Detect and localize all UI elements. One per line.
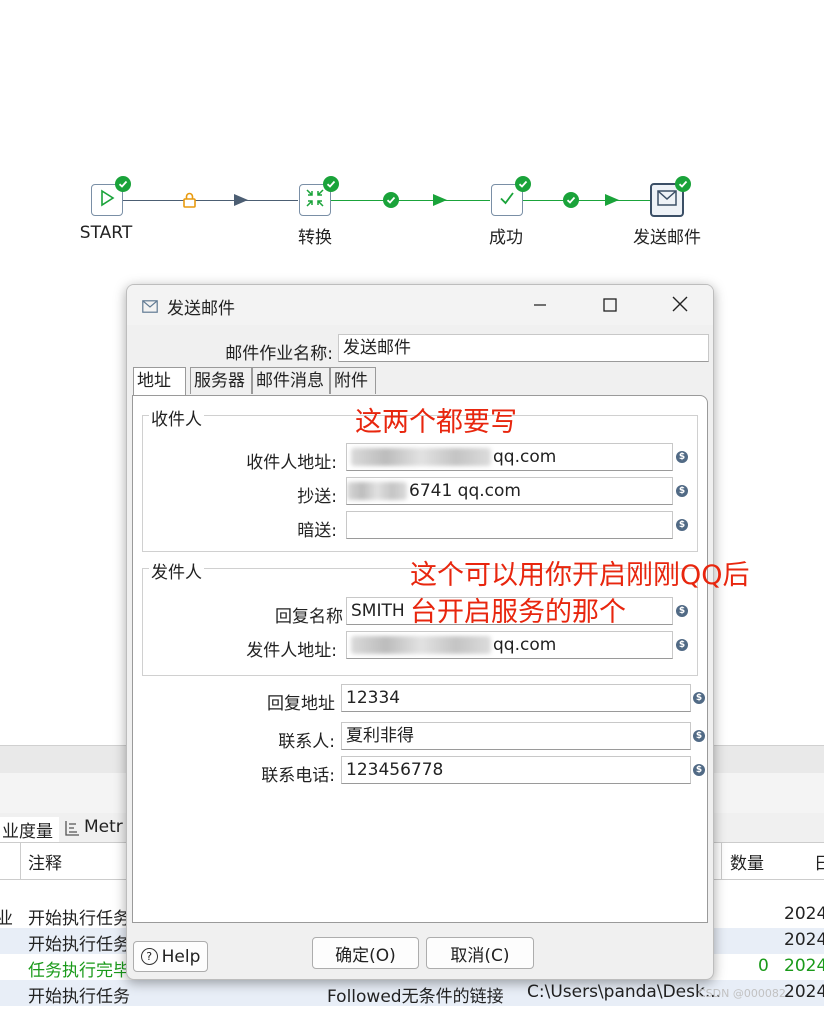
- row-reason: Followed无条件的链接: [327, 987, 504, 1007]
- node-ok-icon: [323, 176, 339, 192]
- job-name-input[interactable]: 发送邮件: [338, 334, 709, 362]
- success-icon: [497, 188, 517, 212]
- ok-button[interactable]: 确定(O): [312, 937, 419, 969]
- maximize-button[interactable]: [587, 289, 633, 321]
- job-name-label: 邮件作业名称:: [225, 344, 333, 364]
- from-address-value: qq.com: [493, 635, 557, 655]
- recipients-group-title: 收件人: [149, 405, 204, 430]
- variable-icon[interactable]: $: [693, 730, 705, 742]
- play-icon: [97, 188, 117, 212]
- sender-group-title: 发件人: [149, 558, 204, 583]
- row-date: 2024: [784, 956, 824, 976]
- mail-icon: [142, 298, 158, 317]
- row-count: 0: [758, 956, 769, 976]
- reply-to-input[interactable]: 12334: [341, 684, 691, 712]
- redacted-text: [351, 448, 491, 466]
- redacted-text: [351, 636, 491, 654]
- hop-arrow-2: [433, 194, 447, 206]
- tab-address[interactable]: 地址: [133, 367, 186, 396]
- variable-icon[interactable]: $: [676, 605, 688, 617]
- variable-icon[interactable]: $: [676, 451, 688, 463]
- mail-icon: [657, 190, 677, 210]
- row-note: 开始执行任务: [28, 987, 130, 1007]
- reply-name-label: 回复名称: [275, 607, 343, 627]
- row-note: 开始执行任务: [28, 935, 130, 955]
- node-ok-icon: [675, 176, 691, 192]
- help-icon: ?: [140, 948, 158, 965]
- node-label-start: START: [79, 223, 133, 243]
- hop-arrow-1: [234, 194, 248, 206]
- node-label-send-mail: 发送邮件: [633, 228, 701, 248]
- watermark: CSDN @000082: [698, 987, 786, 1000]
- variable-icon[interactable]: $: [693, 692, 705, 704]
- help-button[interactable]: ? Help: [133, 941, 208, 972]
- col-note-header: 注释: [28, 854, 62, 874]
- maximize-icon: [603, 293, 617, 317]
- hop-arrow-3: [605, 194, 619, 206]
- contact-input[interactable]: 夏利非得: [341, 722, 691, 750]
- node-label-transform: 转换: [298, 228, 332, 248]
- variable-icon[interactable]: $: [693, 764, 705, 776]
- annotation-sender-hint-1: 这个可以用你开启刚刚QQ后: [410, 560, 750, 591]
- minimize-button[interactable]: [517, 289, 563, 321]
- bcc-input[interactable]: [346, 511, 673, 539]
- tab-server[interactable]: 服务器: [190, 367, 252, 394]
- dialog-titlebar[interactable]: 发送邮件: [127, 285, 713, 325]
- hop-ok-icon: [383, 192, 399, 208]
- metrics-icon: [64, 820, 80, 840]
- hop-transform-success[interactable]: [331, 200, 490, 201]
- hop-success-mail[interactable]: [523, 200, 650, 201]
- tab-job-metrics[interactable]: 业度量: [0, 817, 59, 842]
- redacted-text: [347, 482, 407, 500]
- cc-label: 抄送:: [297, 487, 337, 507]
- send-mail-dialog: 发送邮件 邮件作业名称: 发送邮件 地址 服务器 邮件消息 附件 收件人 收件人…: [126, 284, 714, 980]
- address-tab-panel: 收件人 收件人地址: qq.com $ 抄送: 6741 qq.com $ 暗送…: [132, 395, 708, 923]
- cc-input[interactable]: 6741 qq.com: [346, 477, 673, 505]
- dialog-title: 发送邮件: [167, 299, 235, 319]
- phone-input[interactable]: 123456778: [341, 756, 691, 784]
- to-address-label: 收件人地址:: [246, 453, 337, 473]
- to-address-input[interactable]: qq.com: [346, 443, 673, 471]
- row-path: C:\Users\panda\Desk...: [527, 982, 722, 1002]
- col-count-header: 数量: [730, 854, 764, 874]
- tab-metrics[interactable]: Metr: [84, 817, 123, 837]
- row-note: 任务执行完毕: [28, 961, 130, 981]
- phone-label: 联系电话:: [261, 766, 335, 786]
- tab-attachment[interactable]: 附件: [330, 367, 376, 394]
- close-icon: [672, 293, 688, 317]
- contact-label: 联系人:: [278, 732, 335, 752]
- bcc-label: 暗送:: [297, 521, 337, 541]
- annotation-sender-hint-2: 台开启服务的那个: [410, 597, 626, 628]
- reply-to-label: 回复地址: [267, 694, 335, 714]
- to-address-value: qq.com: [493, 447, 557, 467]
- variable-icon[interactable]: $: [676, 639, 688, 651]
- col-date-header: 日: [814, 854, 824, 874]
- close-button[interactable]: [657, 289, 703, 321]
- hop-start-transform[interactable]: [123, 200, 298, 201]
- row-date: 2024: [784, 982, 824, 1002]
- annotation-both-required: 这两个都要写: [355, 407, 517, 438]
- node-ok-icon: [515, 176, 531, 192]
- transform-icon: [305, 188, 325, 212]
- from-address-label: 发件人地址:: [246, 641, 337, 661]
- tab-message[interactable]: 邮件消息: [252, 367, 330, 394]
- row-prefix: 业: [0, 909, 13, 929]
- hop-ok-icon: [563, 192, 579, 208]
- variable-icon[interactable]: $: [676, 519, 688, 531]
- row-date: 2024: [784, 904, 824, 924]
- lock-icon: [183, 192, 196, 212]
- variable-icon[interactable]: $: [676, 485, 688, 497]
- cancel-button[interactable]: 取消(C): [426, 937, 534, 969]
- node-ok-icon: [115, 176, 131, 192]
- from-address-input[interactable]: qq.com: [346, 631, 673, 659]
- row-date: 2024: [784, 930, 824, 950]
- node-label-success: 成功: [489, 228, 523, 248]
- minimize-icon: [533, 293, 547, 317]
- row-note: 开始执行任务: [28, 909, 130, 929]
- help-label: Help: [161, 946, 201, 967]
- cc-value: 6741 qq.com: [409, 481, 521, 501]
